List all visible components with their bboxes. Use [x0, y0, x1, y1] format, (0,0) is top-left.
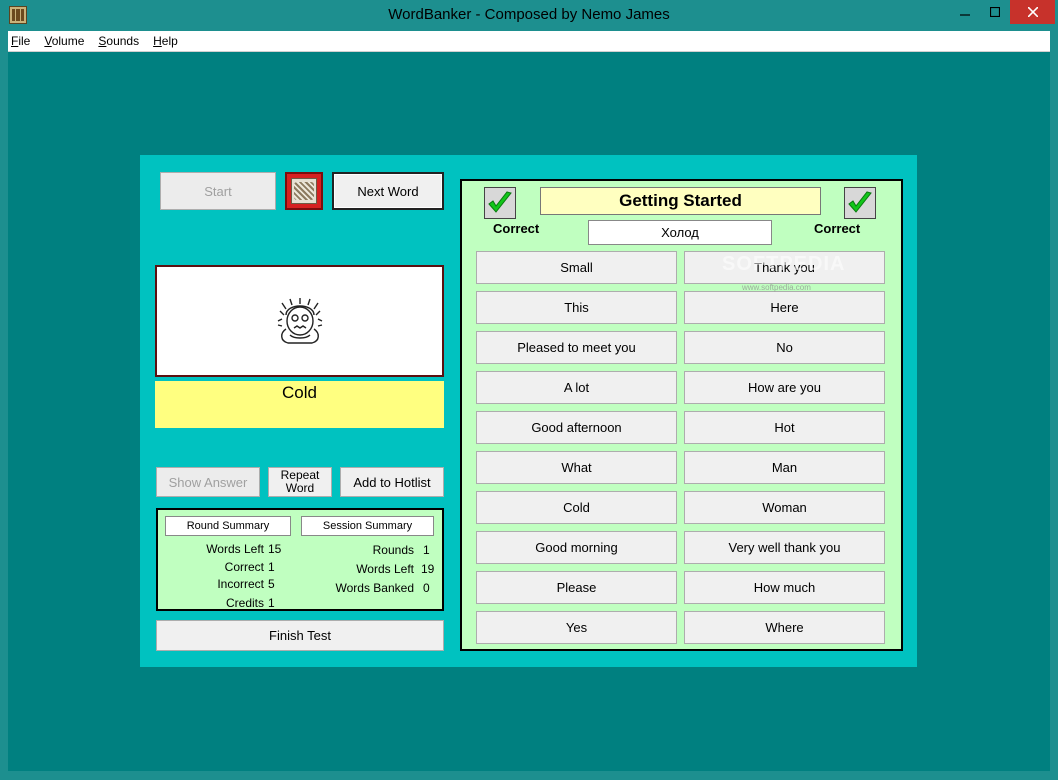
right-status-indicator [844, 187, 876, 219]
session-words-left-value: 19 [421, 562, 435, 576]
maximize-icon [990, 7, 1000, 17]
menu-help[interactable]: Help [153, 34, 178, 48]
repeat-word-button[interactable]: Repeat Word [268, 467, 332, 497]
topic-title: Getting Started [540, 187, 821, 215]
title-bar: WordBanker - Composed by Nemo James [0, 0, 1058, 31]
choice-right-6[interactable]: Woman [684, 491, 885, 524]
choice-left-5[interactable]: What [476, 451, 677, 484]
left-status-label: Correct [493, 221, 540, 236]
show-answer-button[interactable]: Show Answer [156, 467, 260, 497]
choice-left-1[interactable]: This [476, 291, 677, 324]
session-summary-title: Session Summary [301, 516, 434, 536]
choice-left-9[interactable]: Yes [476, 611, 677, 644]
current-word: Cold [155, 381, 444, 428]
choice-right-3[interactable]: How are you [684, 371, 885, 404]
choice-left-0[interactable]: Small [476, 251, 677, 284]
cold-person-icon [277, 298, 322, 344]
start-button[interactable]: Start [160, 172, 276, 210]
round-summary-title: Round Summary [165, 516, 291, 536]
right-status-label: Correct [814, 221, 861, 236]
next-word-button[interactable]: Next Word [332, 172, 444, 210]
round-correct-value: 1 [268, 560, 275, 574]
close-button[interactable] [1010, 0, 1055, 24]
checkmark-icon [488, 191, 512, 213]
window-title: WordBanker - Composed by Nemo James [388, 6, 670, 23]
choice-left-4[interactable]: Good afternoon [476, 411, 677, 444]
menu-volume[interactable]: Volume [44, 34, 84, 48]
choice-right-4[interactable]: Hot [684, 411, 885, 444]
maximize-button[interactable] [980, 0, 1010, 24]
bank-button[interactable] [285, 172, 323, 210]
menu-bar: File Volume Sounds Help [8, 31, 1050, 52]
session-rounds-value: 1 [423, 543, 430, 557]
choice-right-5[interactable]: Man [684, 451, 885, 484]
choice-right-7[interactable]: Very well thank you [684, 531, 885, 564]
target-word: Холод [588, 220, 772, 245]
watermark-url: www.softpedia.com [742, 283, 811, 292]
choice-right-1[interactable]: Here [684, 291, 885, 324]
checkmark-icon [848, 191, 872, 213]
round-credits-label: Credits [225, 596, 264, 610]
menu-file[interactable]: File [11, 34, 30, 48]
add-to-hotlist-button[interactable]: Add to Hotlist [340, 467, 444, 497]
choice-left-8[interactable]: Please [476, 571, 677, 604]
round-correct-label: Correct [224, 560, 264, 574]
app-window: WordBanker - Composed by Nemo James File… [0, 0, 1058, 780]
choice-right-0[interactable]: Thank you [684, 251, 885, 284]
choice-right-2[interactable]: No [684, 331, 885, 364]
session-words-banked-value: 0 [423, 581, 430, 595]
finish-test-button[interactable]: Finish Test [156, 620, 444, 651]
round-incorrect-label: Incorrect [217, 577, 264, 591]
close-icon [1027, 7, 1038, 17]
left-status-indicator [484, 187, 516, 219]
session-words-left-label: Words Left [356, 562, 414, 576]
round-credits-value: 1 [268, 596, 275, 610]
menu-sounds[interactable]: Sounds [98, 34, 139, 48]
choice-left-2[interactable]: Pleased to meet you [476, 331, 677, 364]
round-incorrect-value: 5 [268, 577, 275, 591]
quiz-panel: Correct Getting Started Холод Correct Sm… [460, 179, 903, 651]
choice-left-3[interactable]: A lot [476, 371, 677, 404]
session-rounds-label: Rounds [372, 543, 414, 557]
summary-panel: Round Summary Session Summary Words Left… [156, 508, 444, 611]
basket-icon [291, 178, 317, 204]
round-words-left-value: 15 [268, 542, 282, 556]
word-image [155, 265, 444, 377]
minimize-icon [960, 14, 970, 16]
minimize-button[interactable] [950, 0, 980, 24]
choice-right-9[interactable]: Where [684, 611, 885, 644]
choice-left-6[interactable]: Cold [476, 491, 677, 524]
choice-right-8[interactable]: How much [684, 571, 885, 604]
main-panel: Start Next Word Cold Show Answer Repeat … [140, 155, 917, 667]
session-words-banked-label: Words Banked [335, 581, 415, 595]
choice-left-7[interactable]: Good morning [476, 531, 677, 564]
round-words-left-label: Words Left [206, 542, 264, 556]
